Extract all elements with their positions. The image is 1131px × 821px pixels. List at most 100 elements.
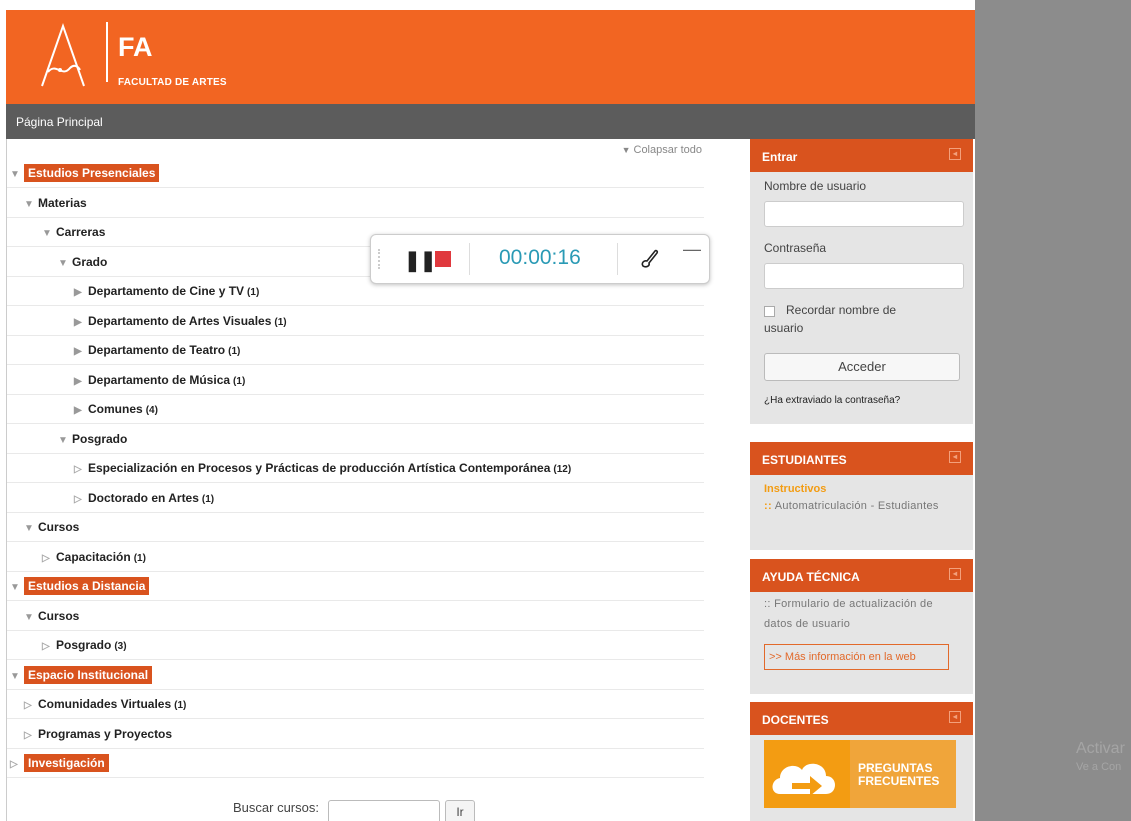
password-field[interactable] — [764, 263, 964, 289]
tree-row[interactable]: ▷ Programas y Proyectos — [6, 720, 704, 749]
tech-help-title: AYUDA TÉCNICA — [762, 570, 860, 584]
students-title: ESTUDIANTES — [762, 453, 847, 467]
tree-row-content: ▼ Materias — [24, 196, 87, 210]
hide-block-icon[interactable]: ◂ — [949, 451, 961, 463]
course-category-link[interactable]: Departamento de Cine y TV — [88, 284, 244, 298]
course-category-link[interactable]: Cursos — [38, 609, 79, 623]
course-category-link[interactable]: Departamento de Artes Visuales — [88, 314, 271, 328]
course-category-link[interactable]: Cursos — [38, 520, 79, 534]
caret-down-icon[interactable]: ▼ — [58, 435, 72, 446]
hide-block-icon[interactable]: ◂ — [949, 568, 961, 580]
category-link[interactable]: Estudios a Distancia — [24, 577, 150, 595]
logo-a-icon[interactable] — [38, 22, 88, 90]
tree-row[interactable]: ▶ Departamento de Artes Visuales (1) — [6, 307, 704, 336]
login-submit-button[interactable]: Acceder — [764, 353, 960, 381]
tree-row[interactable]: ▼ Materias — [6, 189, 704, 218]
pen-icon[interactable] — [639, 247, 659, 269]
hide-block-icon[interactable]: ◂ — [949, 148, 961, 160]
caret-down-icon[interactable]: ▼ — [24, 523, 38, 534]
course-category-link[interactable]: Posgrado — [72, 432, 127, 446]
caret-right-icon[interactable]: ▶ — [74, 287, 88, 298]
collapse-all-link[interactable]: ▼ Colapsar todo — [622, 144, 702, 156]
course-category-link[interactable]: Grado — [72, 255, 107, 269]
tree-row[interactable]: ▼ Cursos — [6, 602, 704, 631]
tree-row-content: ▶ Comunes (4) — [74, 402, 158, 416]
caret-down-icon[interactable]: ▼ — [42, 228, 56, 239]
caret-right-outline-icon[interactable]: ▷ — [74, 464, 88, 475]
tree-row[interactable]: ▼ Estudios Presenciales — [6, 159, 704, 188]
course-category-link[interactable]: Comunes — [88, 402, 143, 416]
pause-icon[interactable]: ❚❚ — [404, 248, 437, 273]
caret-down-icon[interactable]: ▼ — [10, 582, 24, 593]
tree-row-content: ▷ Especialización en Procesos y Prácticas… — [74, 461, 571, 475]
caret-right-icon[interactable]: ▶ — [74, 405, 88, 416]
students-enrolment-link[interactable]: :: Automatriculación - Estudiantes — [764, 500, 939, 512]
caret-down-icon[interactable]: ▼ — [24, 612, 38, 623]
tree-row-content: ▷ Programas y Proyectos — [24, 727, 172, 741]
activation-line2: Ve a Con — [1076, 761, 1122, 773]
caret-right-outline-icon[interactable]: ▷ — [42, 641, 56, 652]
caret-right-outline-icon[interactable]: ▷ — [74, 494, 88, 505]
forgot-password-link[interactable]: ¿Ha extraviado la contraseña? — [764, 395, 900, 406]
caret-down-icon[interactable]: ▼ — [24, 199, 38, 210]
search-courses-input[interactable] — [328, 800, 440, 821]
course-category-link[interactable]: Especialización en Procesos y Prácticas … — [88, 461, 550, 475]
tree-row[interactable]: ▼ Estudios a Distancia — [6, 572, 704, 601]
tree-row[interactable]: ▼ Espacio Institucional — [6, 661, 704, 690]
username-field[interactable] — [764, 201, 964, 227]
course-category-link[interactable]: Capacitación — [56, 550, 131, 564]
tree-row[interactable]: ▷ Especialización en Procesos y Prácticas… — [6, 454, 704, 483]
course-category-link[interactable]: Comunidades Virtuales — [38, 697, 171, 711]
remember-label-line1: Recordar nombre de — [786, 303, 897, 317]
remember-checkbox[interactable] — [764, 306, 775, 317]
update-data-link[interactable]: :: Formulario de actualización de — [764, 598, 933, 610]
tree-row[interactable]: ▷ Doctorado en Artes (1) — [6, 484, 704, 513]
tree-row-content: ▼ Estudios a Distancia — [10, 577, 150, 595]
faq-banner[interactable]: PREGUNTAS FRECUENTES — [764, 740, 956, 808]
caret-right-icon[interactable]: ▶ — [74, 317, 88, 328]
tree-row[interactable]: ▶ Departamento de Música (1) — [6, 366, 704, 395]
course-count: (1) — [201, 493, 215, 505]
minimize-icon[interactable]: — — [683, 239, 701, 260]
breadcrumb-home-link[interactable]: Página Principal — [16, 115, 103, 129]
caret-right-outline-icon[interactable]: ▷ — [42, 553, 56, 564]
tree-row[interactable]: ▼ Cursos — [6, 513, 704, 542]
tree-row[interactable]: ▷ Investigación — [6, 749, 704, 778]
course-category-link[interactable]: Doctorado en Artes — [88, 491, 199, 505]
hide-block-icon[interactable]: ◂ — [949, 711, 961, 723]
drag-handle-icon[interactable] — [378, 249, 383, 269]
course-category-link[interactable]: Posgrado — [56, 638, 111, 652]
more-info-link[interactable]: >> Más información en la web — [764, 644, 949, 670]
update-data-link-line2[interactable]: datos de usuario — [764, 618, 850, 630]
caret-right-outline-icon[interactable]: ▷ — [24, 700, 38, 711]
course-category-link[interactable]: Programas y Proyectos — [38, 727, 172, 741]
caret-right-icon[interactable]: ▶ — [74, 346, 88, 357]
logo-initials[interactable]: FA — [118, 32, 153, 63]
tree-row-content: ▼ Carreras — [42, 225, 105, 239]
caret-right-icon[interactable]: ▶ — [74, 376, 88, 387]
tree-row[interactable]: ▶ Departamento de Teatro (1) — [6, 336, 704, 365]
tree-row[interactable]: ▷ Comunidades Virtuales (1) — [6, 690, 704, 719]
caret-right-outline-icon[interactable]: ▷ — [10, 759, 24, 770]
category-link[interactable]: Investigación — [24, 754, 109, 772]
caret-down-icon[interactable]: ▼ — [58, 258, 72, 269]
tree-row[interactable]: ▷ Posgrado (3) — [6, 631, 704, 660]
course-category-link[interactable]: Carreras — [56, 225, 105, 239]
tree-row-content: ▶ Departamento de Artes Visuales (1) — [74, 314, 287, 328]
category-link[interactable]: Espacio Institucional — [24, 665, 153, 684]
caret-right-outline-icon[interactable]: ▷ — [24, 730, 38, 741]
tech-help-block: AYUDA TÉCNICA ◂ :: Formulario de actuali… — [750, 559, 973, 694]
browser-gutter — [975, 0, 1131, 821]
tree-row[interactable]: ▶ Comunes (4) — [6, 395, 704, 424]
caret-down-icon[interactable]: ▼ — [10, 169, 24, 180]
stop-icon[interactable] — [435, 251, 451, 267]
course-category-link[interactable]: Departamento de Música — [88, 373, 230, 387]
tree-row[interactable]: ▷ Capacitación (1) — [6, 543, 704, 572]
search-go-button[interactable]: Ir — [445, 800, 475, 821]
course-category-link[interactable]: Materias — [38, 196, 87, 210]
course-category-link[interactable]: Departamento de Teatro — [88, 343, 225, 357]
course-count: (1) — [174, 700, 187, 711]
category-link[interactable]: Estudios Presenciales — [24, 164, 160, 182]
tree-row[interactable]: ▼ Posgrado — [6, 425, 704, 454]
caret-down-icon[interactable]: ▼ — [10, 671, 24, 682]
